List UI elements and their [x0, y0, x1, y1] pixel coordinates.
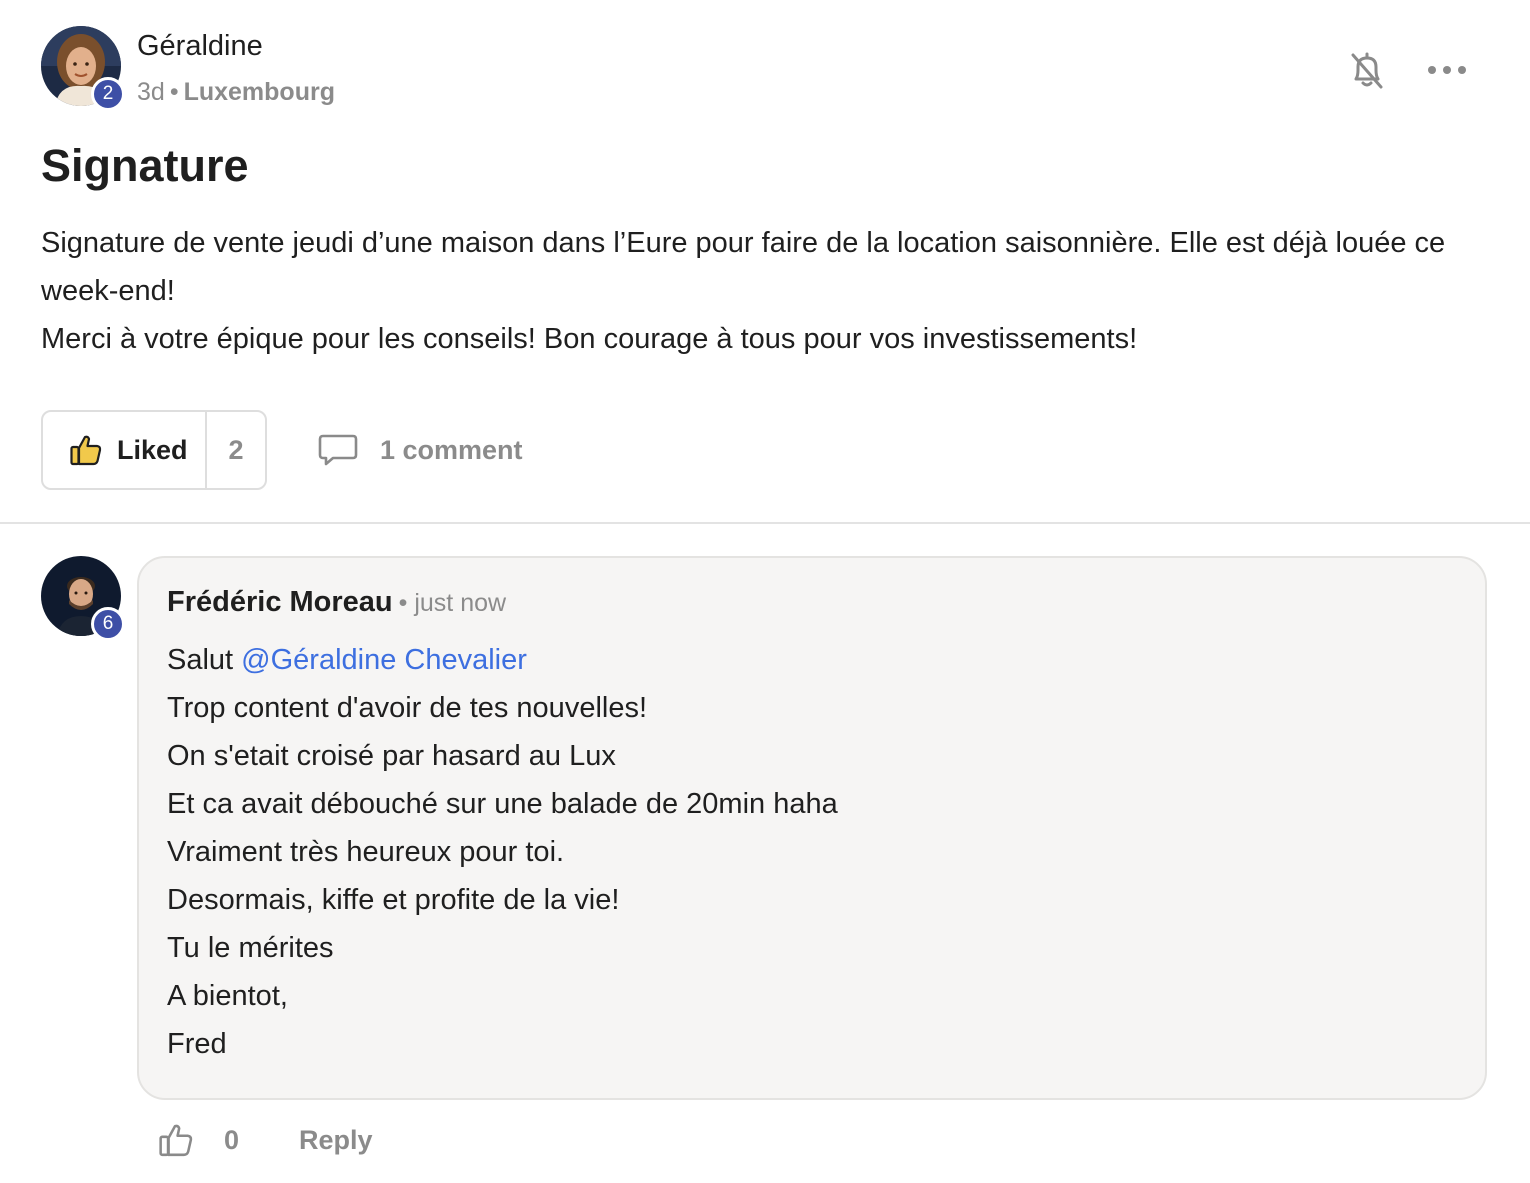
- comment-line: Desormais, kiffe et profite de la vie!: [167, 884, 620, 916]
- post-author-name[interactable]: Géraldine: [137, 30, 263, 63]
- comment-line: Salut @Géraldine Chevalier: [167, 636, 838, 684]
- more-options-button[interactable]: [1425, 56, 1469, 84]
- comment-time: • just now: [398, 589, 507, 617]
- divider: [0, 522, 1530, 524]
- user-mention-link[interactable]: @Géraldine Chevalier: [241, 644, 527, 676]
- comment-author-avatar[interactable]: 6: [41, 556, 125, 641]
- comment-like-count: 0: [224, 1124, 240, 1155]
- more-horizontal-icon: [1428, 66, 1466, 74]
- like-button[interactable]: Liked: [43, 412, 205, 488]
- comment-author-name[interactable]: Frédéric Moreau: [167, 586, 393, 618]
- post-time: 3d: [137, 78, 165, 106]
- meta-separator: •: [169, 78, 179, 106]
- like-button-group: Liked 2: [41, 410, 267, 490]
- post-paragraph: Signature de vente jeudi d’une maison da…: [41, 227, 1446, 307]
- comment-like-button[interactable]: [158, 1122, 194, 1158]
- like-count-button[interactable]: 2: [205, 412, 265, 488]
- post-body: Signature de vente jeudi d’une maison da…: [41, 219, 1481, 363]
- post-title: Signature: [41, 140, 249, 191]
- post-location[interactable]: Luxembourg: [184, 78, 335, 106]
- comment-line: Trop content d'avoir de tes nouvelles!: [167, 692, 648, 724]
- comment-line: Vraiment très heureux pour toi.: [167, 836, 565, 868]
- notifications-toggle-button[interactable]: [1345, 48, 1389, 92]
- comment-body: Salut @Géraldine Chevalier Trop content …: [167, 636, 838, 1068]
- thumbs-up-icon: [70, 435, 102, 466]
- bell-off-icon: [1351, 52, 1383, 89]
- like-label: Liked: [117, 434, 188, 465]
- post-author-avatar[interactable]: 2: [41, 26, 125, 111]
- comment-bubble-icon: [318, 434, 358, 466]
- author-level-badge: 2: [91, 77, 125, 111]
- thumbs-up-outline-icon: [159, 1124, 193, 1157]
- comment-line: Fred: [167, 1028, 227, 1060]
- comment-line: On s'etait croisé par hasard au Lux: [167, 740, 616, 772]
- reply-button[interactable]: Reply: [299, 1125, 373, 1156]
- post-paragraph: Merci à votre épique pour les conseils! …: [41, 323, 1138, 355]
- commenter-level-badge: 6: [91, 607, 125, 641]
- comment-bubble: Frédéric Moreau • just now Salut @Géraldi…: [137, 556, 1487, 1100]
- comment-greeting: Salut: [167, 644, 234, 676]
- comment-line: A bientot,: [167, 980, 288, 1012]
- comment-header: Frédéric Moreau • just now: [167, 586, 506, 619]
- comment-count-label: 1 comment: [380, 434, 523, 465]
- comment-actions: 0 Reply: [158, 1118, 373, 1162]
- comment-line: Et ca avait débouché sur une balade de 2…: [167, 788, 838, 820]
- comments-button[interactable]: 1 comment: [318, 428, 523, 472]
- post-meta: 3d • Luxembourg: [137, 78, 335, 107]
- comment-line: Tu le mérites: [167, 932, 334, 964]
- post-header: 2 Géraldine 3d • Luxembourg: [41, 26, 1481, 116]
